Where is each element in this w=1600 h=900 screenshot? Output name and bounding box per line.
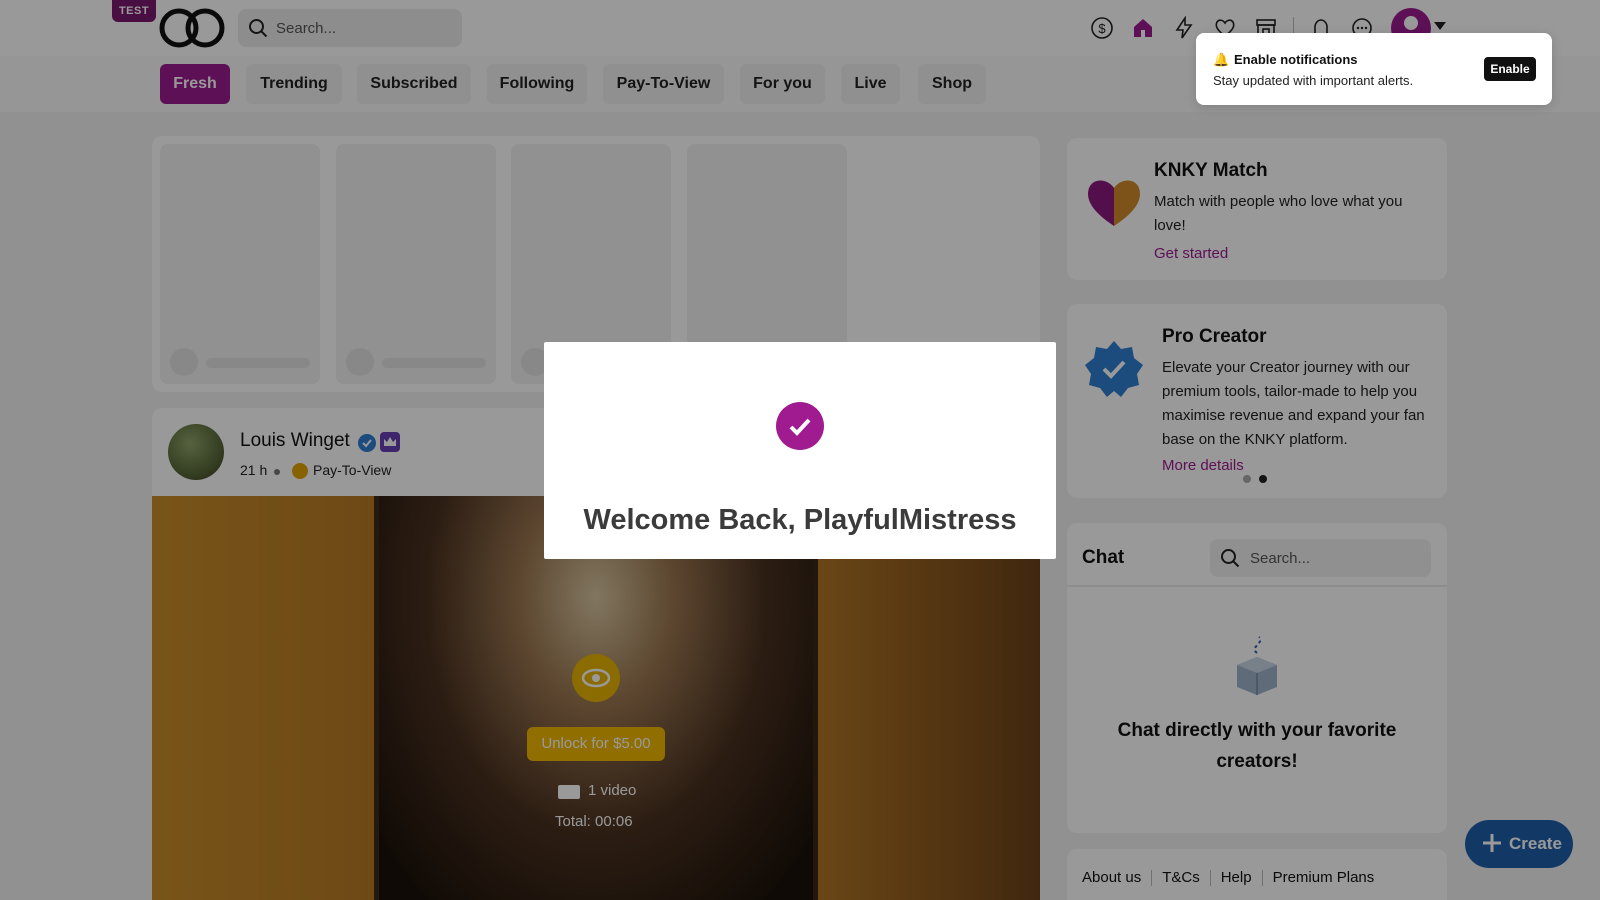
welcome-title: Welcome Back, PlayfulMistress (583, 504, 1017, 536)
enable-notifications-button[interactable]: Enable (1484, 57, 1536, 81)
bell-emoji-icon: 🔔 (1213, 52, 1230, 67)
notification-prompt: 🔔 Enable notifications Stay updated with… (1196, 33, 1552, 105)
check-icon (776, 402, 824, 450)
notification-text: Stay updated with important alerts. (1213, 73, 1414, 88)
welcome-modal: Welcome Back, PlayfulMistress (544, 342, 1056, 559)
notification-title: Enable notifications (1234, 52, 1358, 67)
